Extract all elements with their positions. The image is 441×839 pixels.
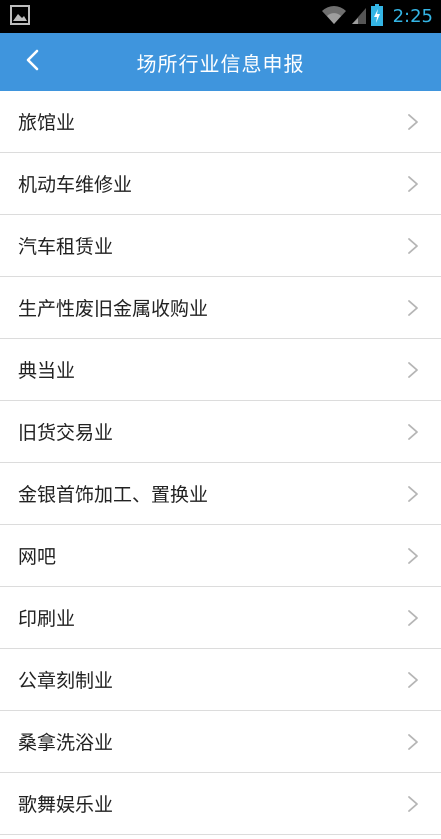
battery-charging-icon xyxy=(370,3,383,30)
list-item[interactable]: 印刷业 xyxy=(0,587,441,649)
chevron-right-icon xyxy=(407,423,419,441)
list-item-label: 生产性废旧金属收购业 xyxy=(18,298,209,320)
chevron-right-icon xyxy=(407,609,419,627)
list-item-label: 桑拿洗浴业 xyxy=(18,732,114,754)
status-bar-right: 2:25 xyxy=(321,3,433,30)
industry-list: 旅馆业机动车维修业 汽车租赁业生产性废旧金属收购业 典当业旧货交易业金银首饰加工、置… xyxy=(0,91,441,835)
chevron-right-icon xyxy=(407,113,419,131)
list-item-label: 印刷业 xyxy=(18,608,76,630)
chevron-right-icon xyxy=(407,299,419,317)
chevron-right-icon xyxy=(407,795,419,813)
chevron-right-icon xyxy=(407,361,419,379)
back-button[interactable] xyxy=(12,33,52,91)
list-item-label: 旅馆业 xyxy=(18,112,76,134)
status-time: 2:25 xyxy=(392,6,433,27)
list-item-label: 网吧 xyxy=(18,546,57,568)
list-item[interactable]: 桑拿洗浴业 xyxy=(0,711,441,773)
list-item[interactable]: 机动车维修业 xyxy=(0,153,441,215)
list-item[interactable]: 旧货交易业 xyxy=(0,401,441,463)
list-item-label: 公章刻制业 xyxy=(18,670,114,692)
list-item[interactable]: 生产性废旧金属收购业 xyxy=(0,277,441,339)
chevron-right-icon xyxy=(407,237,419,255)
list-item[interactable]: 公章刻制业 xyxy=(0,649,441,711)
list-item[interactable]: 歌舞娱乐业 xyxy=(0,773,441,835)
app-bar: 场所行业信息申报 xyxy=(0,33,441,91)
list-item[interactable]: 网吧 xyxy=(0,525,441,587)
list-item[interactable]: 典当业 xyxy=(0,339,441,401)
status-bar: 2:25 xyxy=(0,0,441,33)
list-item-label: 汽车租赁业 xyxy=(18,236,114,258)
list-item[interactable]: 汽车租赁业 xyxy=(0,215,441,277)
list-item-label: 金银首饰加工、置换业 xyxy=(18,484,209,506)
list-item-label: 典当业 xyxy=(18,360,76,382)
chevron-right-icon xyxy=(407,671,419,689)
status-bar-left xyxy=(10,4,30,29)
chevron-right-icon xyxy=(407,175,419,193)
chevron-right-icon xyxy=(407,733,419,751)
chevron-right-icon xyxy=(407,547,419,565)
list-item-label: 歌舞娱乐业 xyxy=(18,794,114,816)
list-item-label: 机动车维修业 xyxy=(18,174,133,196)
wifi-icon xyxy=(321,5,347,29)
list-item[interactable]: 金银首饰加工、置换业 xyxy=(0,463,441,525)
signal-icon xyxy=(351,5,367,29)
chevron-right-icon xyxy=(407,485,419,503)
list-item-label: 旧货交易业 xyxy=(18,422,114,444)
page-title: 场所行业信息申报 xyxy=(136,51,305,76)
chevron-left-icon xyxy=(25,49,39,75)
image-notification-icon xyxy=(10,4,30,29)
list-item[interactable]: 旅馆业 xyxy=(0,91,441,153)
